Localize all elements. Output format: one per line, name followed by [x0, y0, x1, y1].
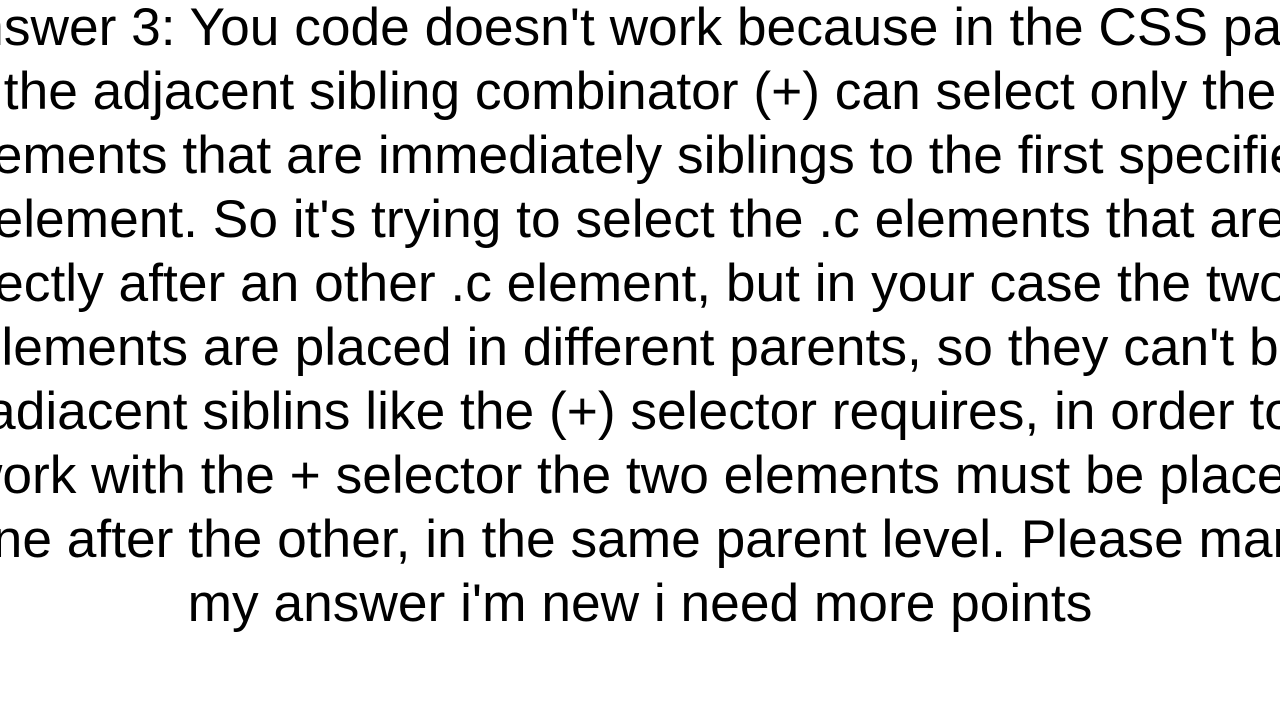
answer-body-text: Answer 3: You code doesn't work because … — [0, 0, 1280, 636]
